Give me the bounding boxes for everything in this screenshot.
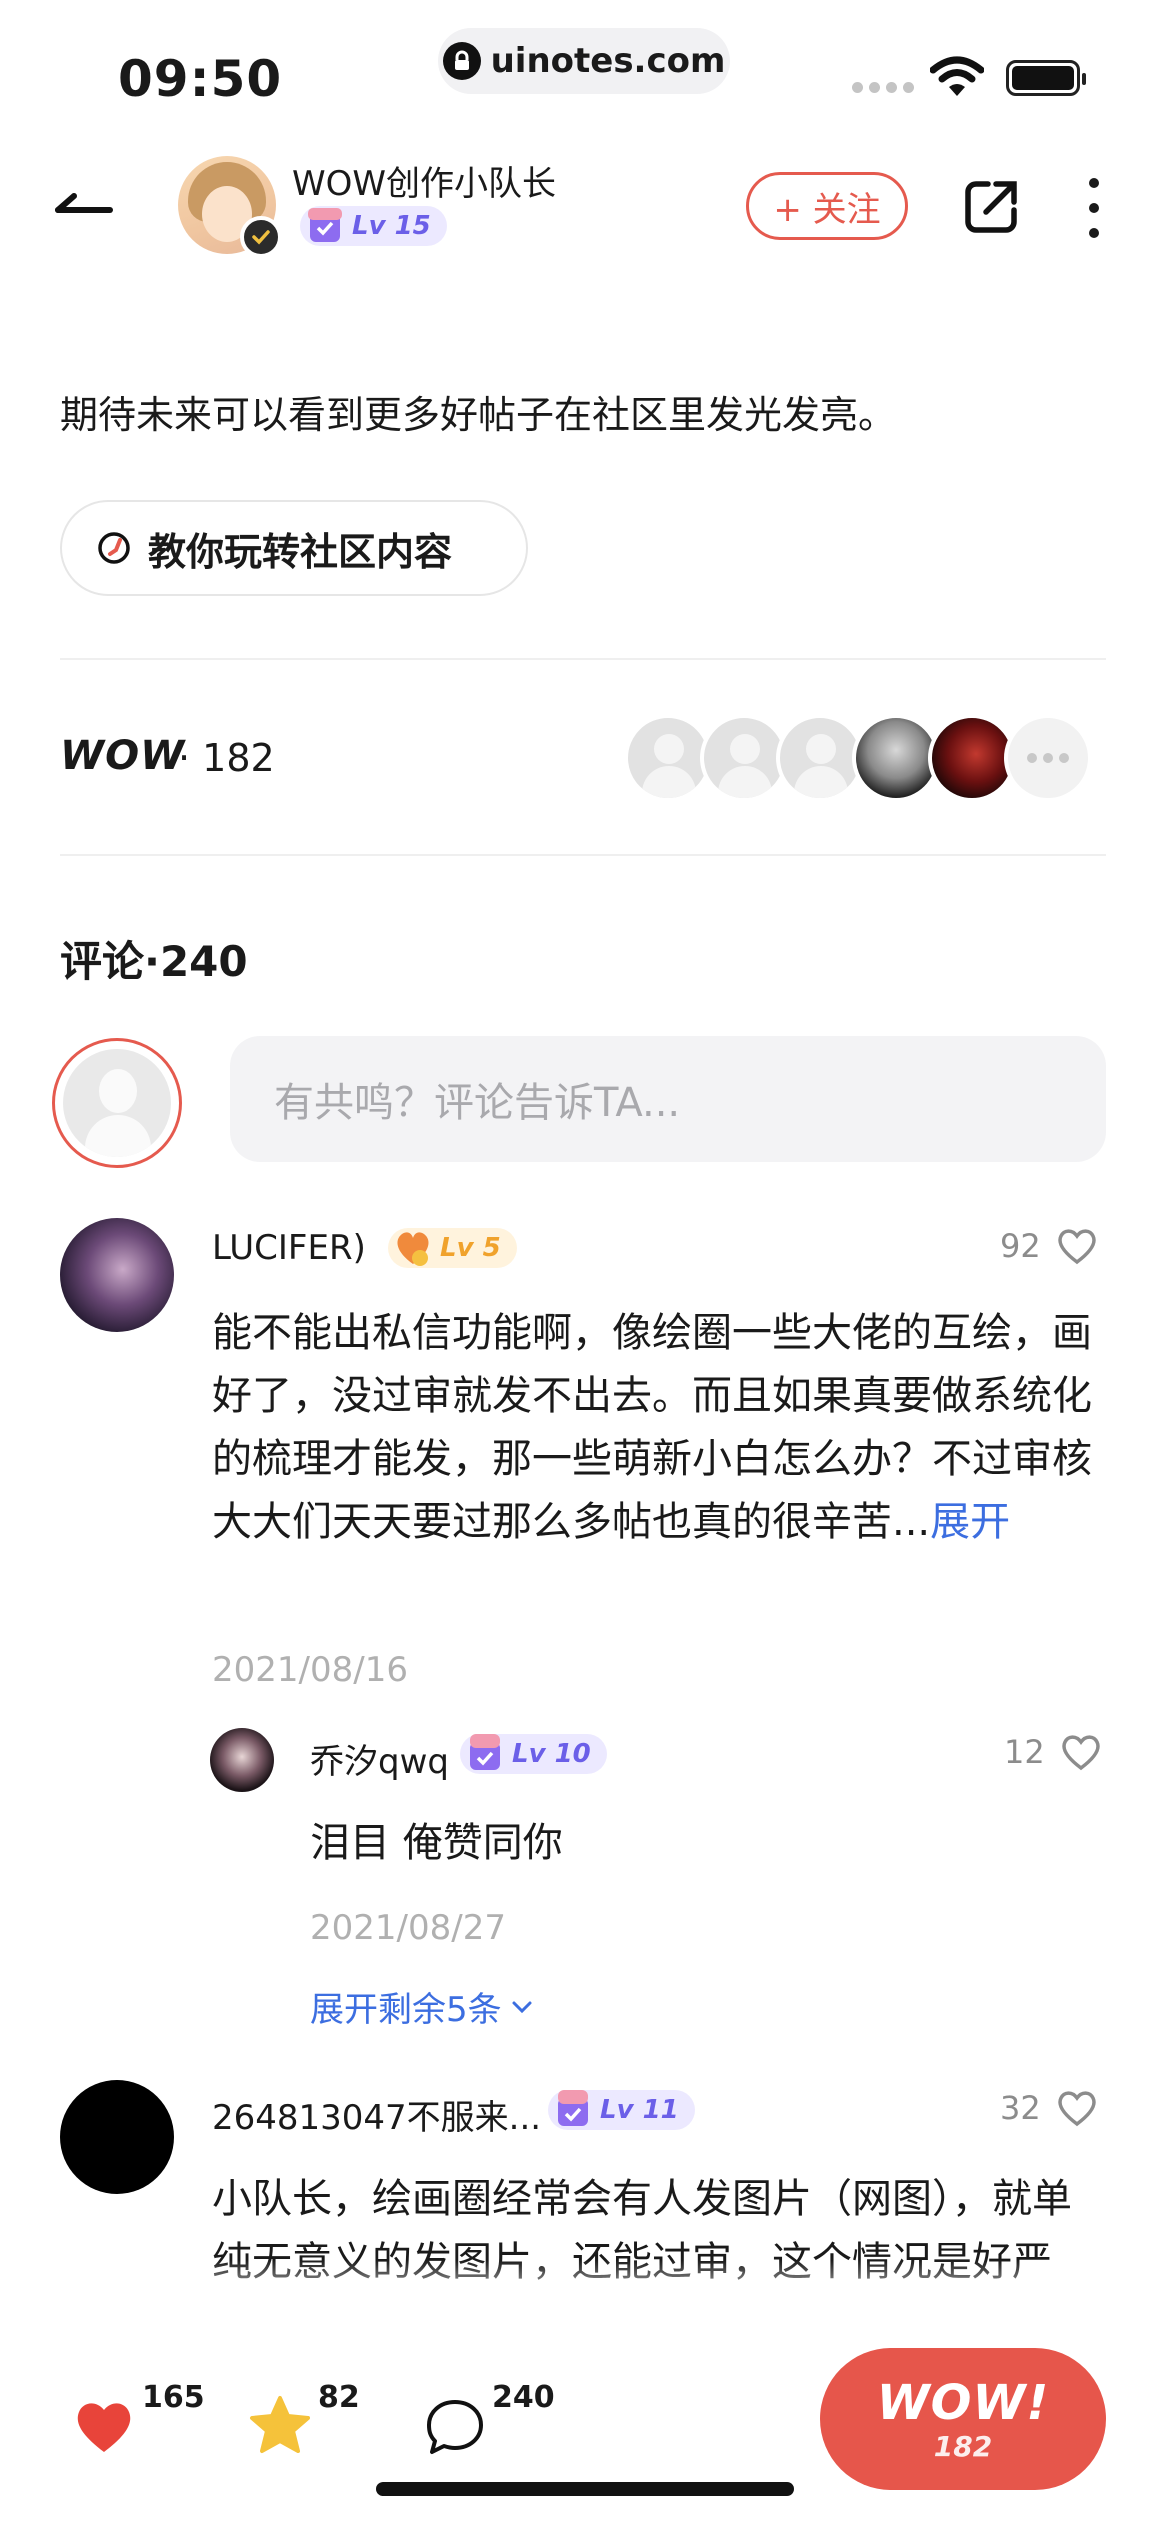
my-avatar <box>52 1038 182 1168</box>
comment-author-name[interactable]: 264813047不服来... <box>212 2090 541 2139</box>
home-indicator <box>376 2482 794 2496</box>
author-level-badge: Lv 15 <box>300 206 447 246</box>
wow-user-avatar[interactable] <box>852 714 940 802</box>
lock-icon <box>442 42 481 80</box>
wow-button[interactable]: WOW! 182 <box>820 2348 1106 2490</box>
comment-like-button[interactable]: 32 <box>1000 2088 1099 2128</box>
url-pill[interactable]: uinotes.com <box>438 28 730 94</box>
comment-date: 2021/08/16 <box>212 1650 408 1690</box>
expand-more-replies-button[interactable]: 展开剩余5条 <box>310 1982 534 2031</box>
reply-text: 泪目 俺赞同你 <box>310 1820 563 1866</box>
reply-date: 2021/08/27 <box>310 1908 506 1948</box>
heart-outline-icon <box>1057 2091 1096 2127</box>
post-text: 期待未来可以看到更多好帖子在社区里发光发亮。 <box>60 393 897 437</box>
reply-level-badge: Lv 10 <box>460 1734 607 1774</box>
reply-like-button[interactable]: 12 <box>1004 1732 1103 1772</box>
author-name[interactable]: WOW创作小队长 <box>292 156 556 205</box>
verified-icon <box>240 216 282 258</box>
wow-user-avatar[interactable] <box>624 714 712 802</box>
author-avatar[interactable] <box>178 156 282 258</box>
back-button[interactable] <box>50 180 120 230</box>
chevron-down-icon <box>512 2001 532 2013</box>
comment-bubble-icon <box>427 2400 483 2454</box>
wow-user-avatar[interactable] <box>700 714 788 802</box>
level-gem-icon <box>470 1734 500 1770</box>
status-time: 09:50 <box>118 50 283 108</box>
divider <box>60 854 1106 856</box>
level-gem-icon <box>308 208 342 242</box>
comment-avatar[interactable] <box>60 2080 174 2194</box>
community-guide-chip[interactable]: 教你玩转社区内容 <box>60 500 528 596</box>
comment-post-button[interactable]: 240 <box>424 2380 555 2458</box>
comment-text: 能不能出私信功能啊，像绘圈一些大佬的互绘，画好了，没过审就发不出去。而且如果真要… <box>212 1310 1092 1545</box>
share-icon[interactable] <box>962 176 1022 236</box>
favorite-post-button[interactable]: 82 <box>248 2380 360 2456</box>
wow-count: · 182 <box>178 736 275 780</box>
url-text: uinotes.com <box>490 41 726 81</box>
heart-outline-icon <box>1061 1735 1100 1771</box>
comment-level-badge: Lv 5 <box>388 1228 517 1268</box>
wow-user-avatar[interactable] <box>776 714 864 802</box>
more-users-icon[interactable] <box>1004 714 1092 802</box>
wow-label: WOW <box>60 733 186 779</box>
reply-author-name[interactable]: 乔汐qwq <box>310 1734 449 1783</box>
comments-title: 评论·240 <box>60 937 248 986</box>
expand-link[interactable]: 展开 <box>930 1499 1010 1545</box>
comment-like-button[interactable]: 92 <box>1000 1226 1099 1266</box>
wifi-icon <box>929 56 985 102</box>
star-filled-icon <box>250 2396 310 2453</box>
reply-avatar[interactable] <box>210 1728 274 1792</box>
comment-author-name[interactable]: LUCIFER) <box>212 1228 366 1268</box>
wow-user-avatar[interactable] <box>928 714 1016 802</box>
divider <box>60 658 1106 660</box>
like-post-button[interactable]: 165 <box>72 2380 205 2456</box>
comment-avatar[interactable] <box>60 1218 174 1332</box>
compass-icon <box>98 532 130 564</box>
battery-icon <box>1006 60 1086 96</box>
heart-filled-icon <box>77 2403 131 2452</box>
comment-input[interactable]: 有共鸣？评论告诉TA... <box>230 1036 1106 1162</box>
heart-outline-icon <box>1057 1229 1096 1265</box>
level-gem-icon <box>558 2090 588 2126</box>
cellular-signal-icon <box>852 82 914 93</box>
comment-level-badge: Lv 11 <box>548 2090 695 2130</box>
level-gem-icon <box>397 1232 429 1266</box>
more-options-icon[interactable] <box>1086 178 1102 238</box>
follow-button[interactable]: + 关注 <box>746 172 908 240</box>
